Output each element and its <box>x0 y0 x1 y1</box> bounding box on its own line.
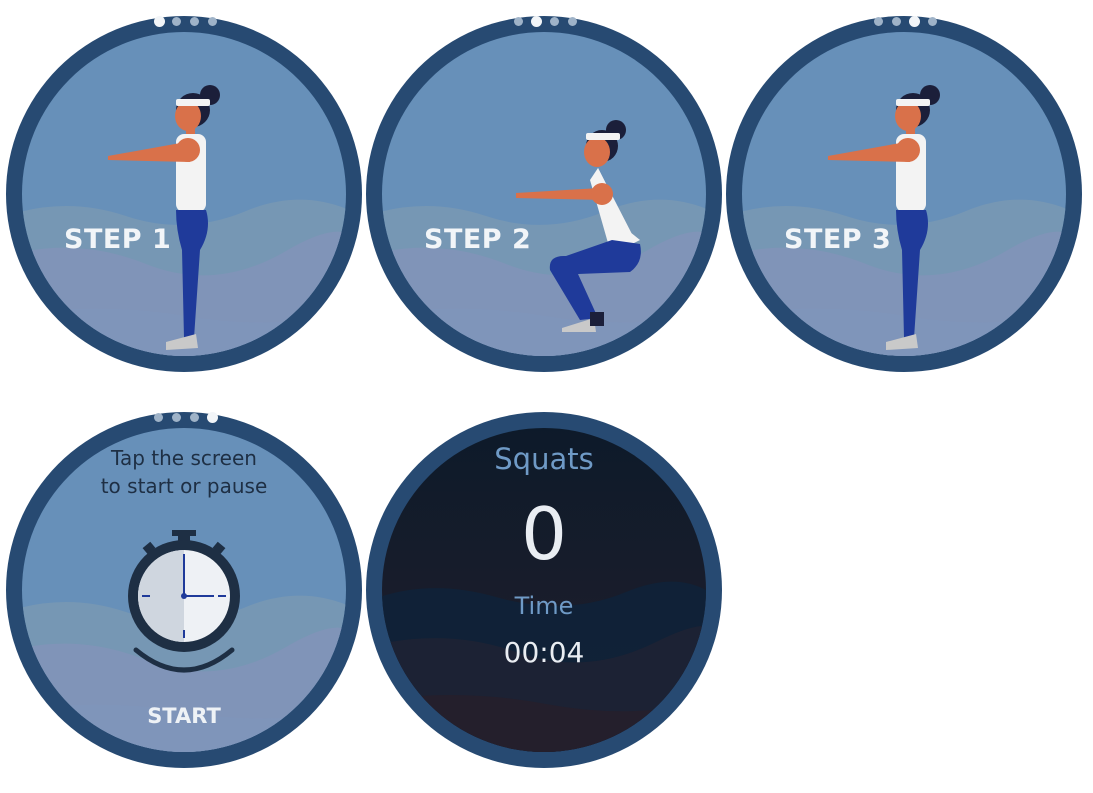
watch-result-screen[interactable]: Squats 0 Time 00:04 <box>366 412 722 768</box>
page-indicator <box>726 16 1082 36</box>
page-dot-4 <box>928 17 937 26</box>
watch-step-3[interactable]: STEP 3 <box>726 16 1082 372</box>
page-dot-1 <box>514 17 523 26</box>
step-label: STEP 1 <box>64 224 172 255</box>
watch-start-screen[interactable]: Tap the screen to start or pause START <box>6 412 362 768</box>
watch-step-1[interactable]: STEP 1 <box>6 16 362 372</box>
standing-woman-figure <box>828 85 940 350</box>
page-dot-4 <box>208 17 217 26</box>
rep-count: 0 <box>521 492 567 576</box>
page-dot-2 <box>172 413 181 422</box>
page-dot-3 <box>190 413 199 422</box>
page-dot-1 <box>154 16 165 27</box>
instruction-line-1: Tap the screen <box>111 446 257 470</box>
page-indicator <box>6 16 362 36</box>
watch-step-2[interactable]: STEP 2 <box>366 16 722 372</box>
instruction-line-2: to start or pause <box>100 474 268 498</box>
page-indicator <box>6 412 362 432</box>
standing-woman-figure <box>108 85 220 350</box>
step-label: STEP 2 <box>424 224 532 255</box>
elapsed-time: 00:04 <box>503 636 585 669</box>
page-dot-4 <box>568 17 577 26</box>
page-dot-2 <box>892 17 901 26</box>
page-dot-1 <box>874 17 883 26</box>
page-dot-2 <box>172 17 181 26</box>
page-dot-3 <box>190 17 199 26</box>
exercise-name: Squats <box>494 442 594 476</box>
start-button[interactable]: START <box>6 704 362 728</box>
squatting-woman-figure <box>516 120 641 332</box>
page-dot-3 <box>909 16 920 27</box>
page-dot-3 <box>550 17 559 26</box>
step-label: STEP 3 <box>784 224 892 255</box>
page-dot-1 <box>154 413 163 422</box>
page-indicator <box>366 16 722 36</box>
page-dot-4 <box>207 412 218 423</box>
time-label: Time <box>514 592 574 620</box>
page-dot-2 <box>531 16 542 27</box>
